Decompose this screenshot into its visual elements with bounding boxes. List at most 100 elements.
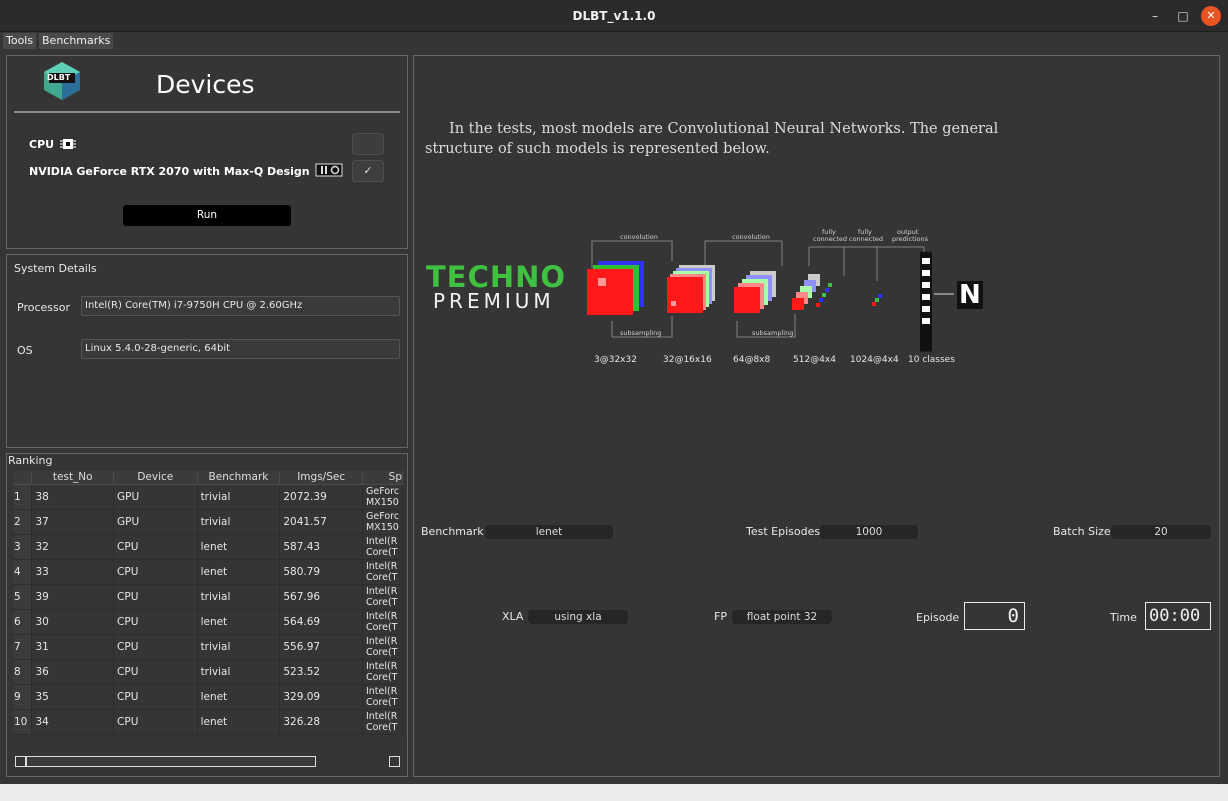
row-number[interactable]: 4 [13,559,33,585]
cell-spec-line1: Intel(R [365,710,398,722]
column-header[interactable]: test_No [31,471,115,485]
cell-device[interactable]: CPU [113,684,198,710]
table-row[interactable]: 7 31 CPU trivial 556.97 Intel(R Core(T [13,634,403,660]
cell-device[interactable]: GPU [113,509,198,535]
cell-test-no[interactable]: 33 [31,559,115,585]
cell-device[interactable]: CPU [113,709,198,735]
cell-spec[interactable]: Intel(R Core(T [362,584,403,610]
row-number[interactable]: 8 [13,659,33,685]
cell-device[interactable]: CPU [113,534,198,560]
cell-device[interactable]: CPU [113,659,198,685]
status-bar [0,784,1228,801]
row-number[interactable]: 10 [13,709,33,735]
layer-label: 512@4x4 [793,355,836,365]
fp-label: FP [714,610,727,623]
cell-benchmark[interactable]: lenet [197,534,281,560]
minimize-button[interactable]: – [1145,6,1165,26]
cell-imgs-per-sec[interactable]: 523.52 [279,659,363,685]
cell-test-no[interactable]: 34 [31,709,115,735]
table-row[interactable]: 2 37 GPU trivial 2041.57 GeForc MX150 [13,509,403,535]
menu-tools[interactable]: Tools [3,33,37,49]
table-row[interactable]: 3 32 CPU lenet 587.43 Intel(R Core(T [13,534,403,560]
cell-imgs-per-sec[interactable]: 556.97 [279,634,363,660]
layer-conv1 [667,265,715,313]
episodes-field[interactable]: 1000 [820,525,918,539]
cell-imgs-per-sec[interactable]: 567.96 [279,584,363,610]
cell-test-no[interactable]: 37 [31,509,115,535]
cell-spec[interactable]: Intel(R Core(T [362,534,403,560]
cell-benchmark[interactable]: lenet [197,559,281,585]
output-neurons [920,251,954,352]
row-number[interactable]: 3 [13,534,33,560]
cell-test-no[interactable]: 30 [31,609,115,635]
horizontal-scrollbar[interactable] [26,756,316,767]
row-number[interactable]: 6 [13,609,33,635]
benchmark-field[interactable]: lenet [485,525,613,539]
cell-imgs-per-sec[interactable]: 587.43 [279,534,363,560]
row-number[interactable]: 7 [13,634,33,660]
column-header[interactable]: Sp [362,471,403,485]
cell-device[interactable]: CPU [113,634,198,660]
row-number[interactable]: 1 [13,484,33,510]
close-button[interactable]: ✕ [1201,6,1221,26]
cell-benchmark[interactable]: trivial [197,584,281,610]
ranking-table-viewport[interactable]: test_No Device Benchmark Imgs/Sec Sp 1 38… [13,471,403,739]
cell-spec-line1: Intel(R [365,535,398,547]
row-number[interactable]: 9 [13,684,33,710]
cell-benchmark[interactable]: lenet [197,609,281,635]
cell-spec[interactable]: Intel(R Core(T [362,659,403,685]
column-header[interactable]: Device [113,471,198,485]
cell-test-no[interactable]: 39 [31,584,115,610]
cell-spec[interactable]: Intel(R Core(T [362,634,403,660]
cpu-checkbox[interactable] [352,133,384,155]
table-row[interactable]: 8 36 CPU trivial 523.52 Intel(R Core(T [13,659,403,685]
cell-test-no[interactable]: 36 [31,659,115,685]
cell-spec[interactable]: Intel(R Core(T [362,559,403,585]
cell-imgs-per-sec[interactable]: 580.79 [279,559,363,585]
cell-spec[interactable]: Intel(R Core(T [362,609,403,635]
table-row[interactable]: 9 35 CPU lenet 329.09 Intel(R Core(T [13,684,403,710]
batch-size-field[interactable]: 20 [1111,525,1211,539]
table-row[interactable]: 4 33 CPU lenet 580.79 Intel(R Core(T [13,559,403,585]
cell-imgs-per-sec[interactable]: 326.28 [279,709,363,735]
xla-field[interactable]: using xla [528,610,628,624]
table-row[interactable]: 10 34 CPU lenet 326.28 Intel(R Core(T [13,709,403,735]
cell-benchmark[interactable]: lenet [197,684,281,710]
cell-spec[interactable]: GeForc MX150 [362,484,403,510]
maximize-button[interactable]: □ [1173,6,1193,26]
cell-benchmark[interactable]: trivial [197,509,281,535]
column-header[interactable]: Benchmark [197,471,281,485]
cell-imgs-per-sec[interactable]: 2041.57 [279,509,363,535]
cell-device[interactable]: CPU [113,559,198,585]
cell-device[interactable]: CPU [113,584,198,610]
row-number[interactable]: 2 [13,509,33,535]
cell-test-no[interactable]: 32 [31,534,115,560]
cell-benchmark[interactable]: lenet [197,709,281,735]
cell-benchmark[interactable]: trivial [197,659,281,685]
cell-test-no[interactable]: 35 [31,684,115,710]
fp-field[interactable]: float point 32 [732,610,832,624]
cell-spec-line2: MX150 [365,496,399,508]
cell-test-no[interactable]: 38 [31,484,115,510]
row-number[interactable]: 5 [13,584,33,610]
cell-device[interactable]: GPU [113,484,198,510]
cell-spec[interactable]: Intel(R Core(T [362,684,403,710]
table-row[interactable]: 5 39 CPU trivial 567.96 Intel(R Core(T [13,584,403,610]
table-row[interactable]: 1 38 GPU trivial 2072.39 GeForc MX150 [13,484,403,510]
cell-imgs-per-sec[interactable]: 329.09 [279,684,363,710]
cell-imgs-per-sec[interactable]: 564.69 [279,609,363,635]
menu-benchmarks[interactable]: Benchmarks [39,33,114,49]
cell-imgs-per-sec[interactable]: 2072.39 [279,484,363,510]
cell-spec[interactable]: Intel(R Core(T [362,709,403,735]
cell-test-no[interactable]: 31 [31,634,115,660]
table-row[interactable]: 6 30 CPU lenet 564.69 Intel(R Core(T [13,609,403,635]
cell-benchmark[interactable]: trivial [197,634,281,660]
scroll-left-button[interactable] [15,756,26,767]
cell-device[interactable]: CPU [113,609,198,635]
column-header[interactable]: Imgs/Sec [279,471,363,485]
cell-spec[interactable]: GeForc MX150 [362,509,403,535]
cell-benchmark[interactable]: trivial [197,484,281,510]
gpu-checkbox[interactable]: ✓ [352,160,384,182]
scroll-right-button[interactable] [389,756,400,767]
run-button[interactable]: Run [123,205,291,226]
